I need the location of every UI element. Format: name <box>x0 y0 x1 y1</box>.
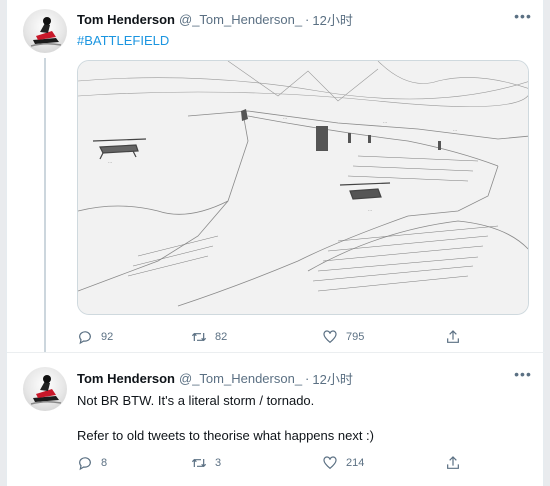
reply-count: 8 <box>101 457 108 469</box>
timestamp[interactable]: 12小时 <box>312 10 352 29</box>
timeline-card: Tom Henderson @_Tom_Henderson_ · 12小时 ••… <box>6 0 545 486</box>
tweet[interactable]: Tom Henderson @_Tom_Henderson_ · 12小时 ••… <box>7 0 545 352</box>
tweet-media-image[interactable]: ... ... ... ... ... <box>77 60 529 315</box>
retweet-count: 82 <box>215 331 228 343</box>
svg-text:...: ... <box>283 115 287 121</box>
avatar[interactable] <box>23 9 67 53</box>
tweet-header: Tom Henderson @_Tom_Henderson_ · 12小时 <box>77 368 353 388</box>
reply-button[interactable]: 8 <box>77 453 107 473</box>
separator-dot: · <box>305 370 310 386</box>
sketch-illustration: ... ... ... ... ... <box>78 61 528 314</box>
heart-icon <box>323 330 337 344</box>
tweet-text-line: Not BR BTW. It's a literal storm / torna… <box>77 393 315 408</box>
tweet[interactable]: Tom Henderson @_Tom_Henderson_ · 12小时 ••… <box>7 352 545 486</box>
tweet-actions: 92 82 795 <box>77 327 497 347</box>
like-button[interactable]: 795 <box>322 327 364 347</box>
svg-text:...: ... <box>108 159 112 165</box>
retweet-icon <box>191 332 207 342</box>
author-name[interactable]: Tom Henderson <box>77 12 175 27</box>
more-horizontal-icon[interactable]: ••• <box>513 367 533 387</box>
reply-icon <box>79 331 91 345</box>
tweet-text-line: Refer to old tweets to theorise what hap… <box>77 428 375 443</box>
thread-line <box>44 58 46 352</box>
tweet-actions: 8 3 214 <box>77 453 497 473</box>
author-handle[interactable]: @_Tom_Henderson_ <box>179 371 302 386</box>
reply-count: 92 <box>101 331 114 343</box>
svg-text:...: ... <box>368 207 372 213</box>
retweet-icon <box>191 458 207 468</box>
share-button[interactable] <box>445 327 469 347</box>
avatar[interactable] <box>23 367 67 411</box>
avatar-snowmobile-icon <box>30 375 62 405</box>
retweet-button[interactable]: 82 <box>191 327 227 347</box>
like-count: 795 <box>346 331 365 343</box>
retweet-button[interactable]: 3 <box>191 453 221 473</box>
more-horizontal-icon[interactable]: ••• <box>513 9 533 29</box>
timestamp[interactable]: 12小时 <box>312 369 352 388</box>
tweet-header: Tom Henderson @_Tom_Henderson_ · 12小时 <box>77 9 353 29</box>
share-icon <box>447 330 459 343</box>
heart-icon <box>323 456 337 470</box>
like-button[interactable]: 214 <box>322 453 364 473</box>
svg-text:...: ... <box>383 119 387 125</box>
retweet-count: 3 <box>215 457 222 469</box>
separator-dot: · <box>305 11 310 27</box>
avatar-snowmobile-icon <box>30 17 62 47</box>
reply-button[interactable]: 92 <box>77 327 113 347</box>
hashtag-link[interactable]: #BATTLEFIELD <box>77 33 169 48</box>
share-icon <box>447 456 459 469</box>
author-handle[interactable]: @_Tom_Henderson_ <box>179 12 302 27</box>
reply-icon <box>79 457 91 471</box>
svg-text:...: ... <box>453 127 457 133</box>
share-button[interactable] <box>445 453 469 473</box>
like-count: 214 <box>346 457 365 469</box>
author-name[interactable]: Tom Henderson <box>77 371 175 386</box>
